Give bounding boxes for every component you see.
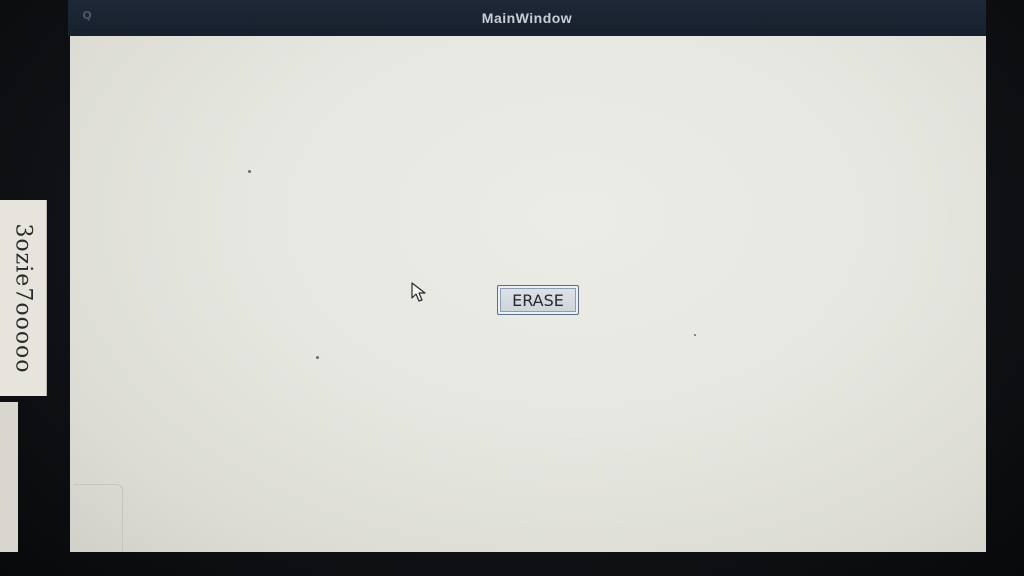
corner-panel — [74, 484, 123, 551]
erase-button[interactable]: ERASE — [497, 285, 579, 315]
mouse-pointer-icon — [411, 282, 426, 302]
bezel-sticker-secondary — [0, 402, 18, 552]
sticker-handwriting: 3ozie7ooooo — [10, 222, 36, 374]
qt-icon[interactable]: Q — [80, 9, 94, 23]
screen-speck — [316, 356, 319, 359]
screen-speck — [694, 334, 696, 336]
main-window: Q MainWindow ERASE — [68, 0, 986, 552]
screen-speck — [248, 170, 251, 173]
title-bar[interactable]: Q MainWindow — [68, 0, 986, 36]
window-client-area[interactable]: ERASE — [70, 36, 986, 552]
bezel-sticker: 3ozie7ooooo — [0, 200, 47, 396]
window-title: MainWindow — [481, 10, 573, 26]
